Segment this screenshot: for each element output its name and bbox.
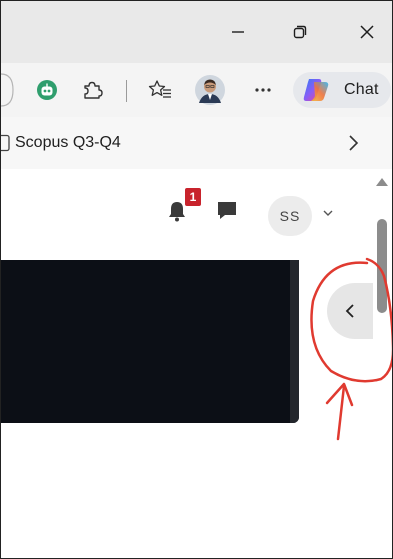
copilot-icon <box>303 79 329 101</box>
favorite-item-label: Scopus Q3-Q4 <box>15 134 121 151</box>
favorites-button[interactable] <box>145 75 175 105</box>
address-bar-edge <box>1 73 14 107</box>
title-bar <box>1 1 392 63</box>
copilot-chat-button[interactable]: Chat <box>293 72 391 108</box>
chat-label: Chat <box>344 81 379 98</box>
minimize-button[interactable] <box>223 17 253 47</box>
extensions-button[interactable] <box>77 75 107 105</box>
favorites-star-icon <box>148 80 171 98</box>
favorites-overflow-button[interactable] <box>341 130 365 156</box>
close-button[interactable] <box>352 17 382 47</box>
profile-button[interactable] <box>192 72 228 108</box>
chevron-left-icon <box>345 304 354 318</box>
dark-panel-edge <box>290 260 299 423</box>
minimize-icon <box>232 31 244 33</box>
chevron-right-icon <box>349 135 359 151</box>
dark-content-panel <box>1 260 299 423</box>
chevron-down-icon <box>323 210 333 216</box>
user-initials: SS <box>279 208 301 224</box>
scroll-up-arrow[interactable] <box>374 175 390 189</box>
puzzle-icon <box>84 81 103 99</box>
toolbar-divider <box>126 80 127 102</box>
robot-extension-icon <box>37 80 57 100</box>
favorites-bar: Scopus Q3-Q4 <box>1 117 392 170</box>
restore-icon <box>293 25 307 39</box>
messages-button[interactable] <box>215 199 241 225</box>
browser-window: Chat Scopus Q3-Q4 1 SS <box>0 0 393 559</box>
chat-bubble-icon <box>218 202 236 219</box>
profile-avatar <box>195 75 225 105</box>
favorite-item-scopus[interactable]: Scopus Q3-Q4 <box>1 131 121 155</box>
user-menu-dropdown[interactable] <box>321 206 337 222</box>
notification-count-badge: 1 <box>185 188 201 206</box>
more-options-button[interactable] <box>248 75 278 105</box>
folder-page-icon <box>1 134 10 152</box>
user-avatar[interactable]: SS <box>268 196 312 236</box>
extension-button[interactable] <box>32 75 62 105</box>
close-icon <box>360 25 374 39</box>
restore-button[interactable] <box>285 17 315 47</box>
more-icon <box>255 88 271 92</box>
scrollbar-thumb[interactable] <box>377 219 387 313</box>
